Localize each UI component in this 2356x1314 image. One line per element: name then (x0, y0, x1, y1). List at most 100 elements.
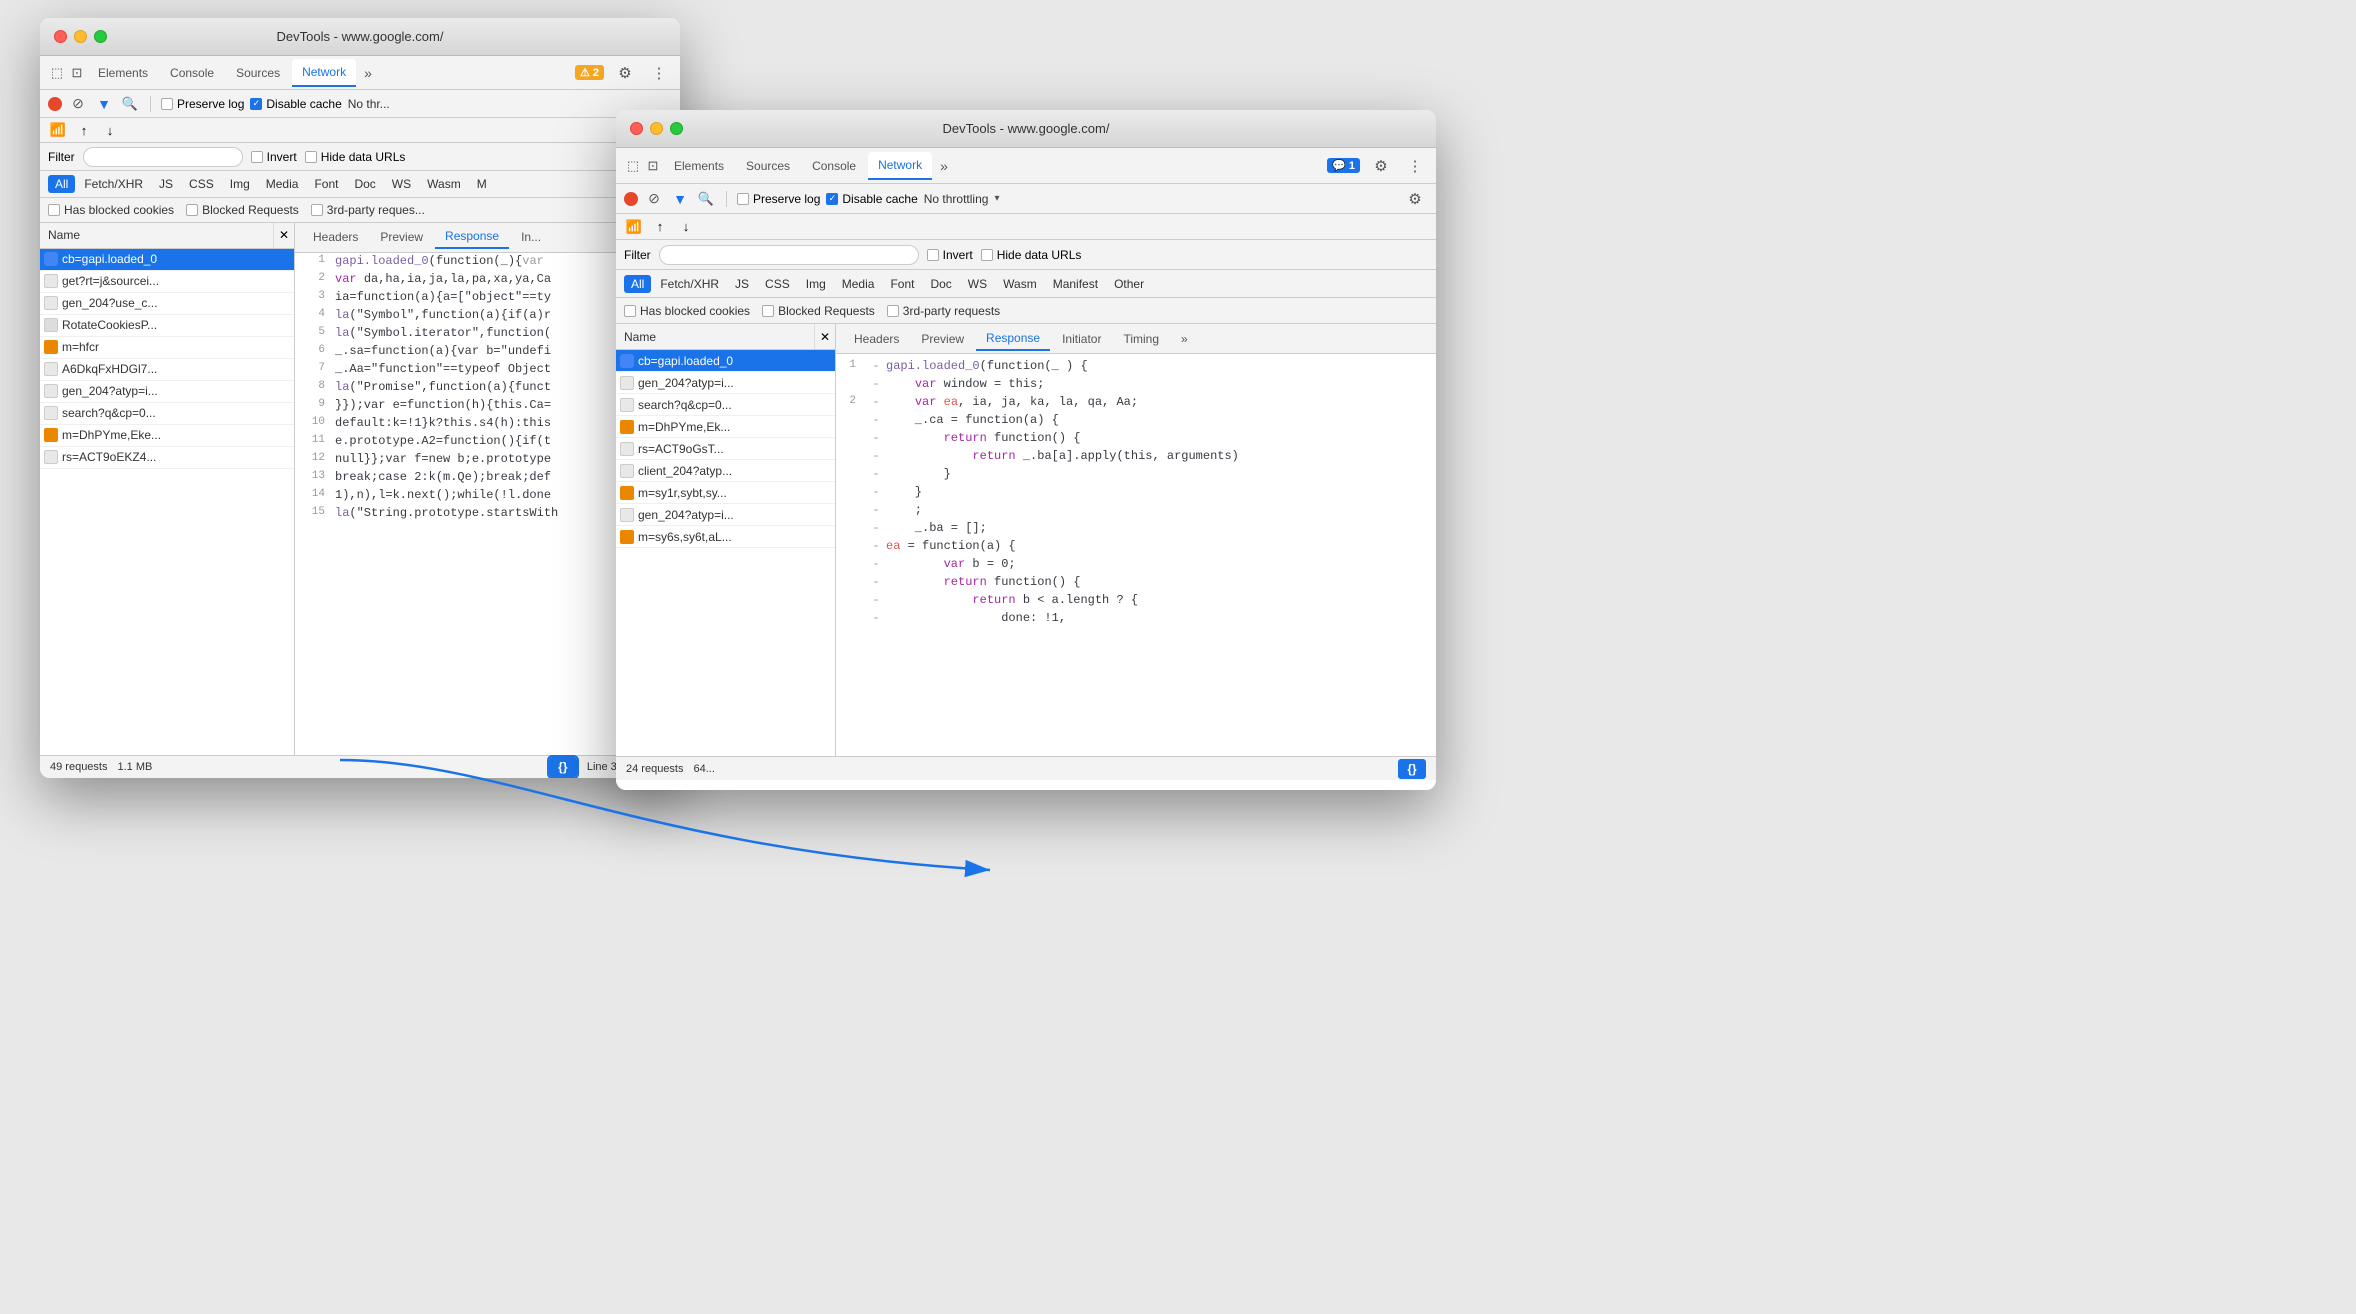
network-settings-icon-2[interactable]: ⚙ (1402, 186, 1428, 212)
request-row-0-2[interactable]: cb=gapi.loaded_0 (616, 350, 835, 372)
close-panel-icon-1[interactable]: ✕ (274, 223, 294, 248)
minimize-button-2[interactable] (650, 122, 663, 135)
disable-cache-checkbox-2[interactable]: ✓ (826, 193, 838, 205)
type-other-2[interactable]: Other (1107, 275, 1151, 293)
request-row-8-1[interactable]: m=DhPYme,Eke... (40, 425, 294, 447)
request-row-4-2[interactable]: rs=ACT9oGsT... (616, 438, 835, 460)
resp-tab-response-1[interactable]: Response (435, 225, 509, 249)
upload-icon-1[interactable]: ↑ (74, 120, 94, 140)
tab-sources-2[interactable]: Sources (736, 153, 800, 179)
more-menu-icon-2[interactable]: ⋮ (1402, 153, 1428, 179)
wifi-icon-2[interactable]: 📶 (624, 217, 644, 237)
download-icon-2[interactable]: ↓ (676, 217, 696, 237)
blocked-requests-cb-1[interactable] (186, 204, 198, 216)
throttle-dropdown-2[interactable]: ▾ (994, 193, 999, 204)
blocked-cookies-cb-2[interactable] (624, 305, 636, 317)
type-doc-2[interactable]: Doc (923, 275, 958, 293)
tab-console-2[interactable]: Console (802, 153, 866, 179)
type-doc-1[interactable]: Doc (347, 175, 382, 193)
type-m-1[interactable]: M (470, 175, 494, 193)
upload-icon-2[interactable]: ↑ (650, 217, 670, 237)
preserve-log-checkbox-1[interactable] (161, 98, 173, 110)
resp-tab-initiator-2[interactable]: Initiator (1052, 328, 1111, 350)
request-row-5-2[interactable]: client_204?atyp... (616, 460, 835, 482)
request-row-2-1[interactable]: gen_204?use_c... (40, 293, 294, 315)
tab-network-1[interactable]: Network (292, 59, 356, 87)
request-row-3-2[interactable]: m=DhPYme,Ek... (616, 416, 835, 438)
request-row-9-1[interactable]: rs=ACT9oEKZ4... (40, 447, 294, 469)
device-icon[interactable]: ⊡ (68, 64, 86, 82)
maximize-button-2[interactable] (670, 122, 683, 135)
type-css-1[interactable]: CSS (182, 175, 221, 193)
search-icon-2[interactable]: 🔍 (696, 189, 716, 209)
close-button-1[interactable] (54, 30, 67, 43)
filter-icon-1[interactable]: ▼ (94, 94, 114, 114)
preserve-log-checkbox-2[interactable] (737, 193, 749, 205)
request-row-6-2[interactable]: m=sy1r,sybt,sy... (616, 482, 835, 504)
request-row-7-2[interactable]: gen_204?atyp=i... (616, 504, 835, 526)
type-css-2[interactable]: CSS (758, 275, 797, 293)
type-all-2[interactable]: All (624, 275, 651, 293)
resp-tab-initiator-1[interactable]: In... (511, 226, 551, 248)
type-ws-1[interactable]: WS (385, 175, 418, 193)
record-button-2[interactable] (624, 192, 638, 206)
inspect-icon[interactable]: ⬚ (48, 64, 66, 82)
type-js-2[interactable]: JS (728, 275, 756, 293)
request-row-5-1[interactable]: A6DkqFxHDGl7... (40, 359, 294, 381)
format-button-2[interactable]: {} (1398, 759, 1426, 779)
close-panel-icon-2[interactable]: ✕ (815, 324, 835, 349)
resp-tab-timing-2[interactable]: Timing (1113, 328, 1169, 350)
type-wasm-2[interactable]: Wasm (996, 275, 1044, 293)
hide-data-urls-checkbox-1[interactable] (305, 151, 317, 163)
request-row-1-2[interactable]: gen_204?atyp=i... (616, 372, 835, 394)
filter-icon-2[interactable]: ▼ (670, 189, 690, 209)
invert-checkbox-1[interactable] (251, 151, 263, 163)
download-icon-1[interactable]: ↓ (100, 120, 120, 140)
disable-cache-checkbox-1[interactable]: ✓ (250, 98, 262, 110)
more-tabs-2[interactable]: » (934, 154, 954, 178)
more-tabs-1[interactable]: » (358, 61, 378, 85)
tab-sources-1[interactable]: Sources (226, 60, 290, 86)
stop-icon-1[interactable]: ⊘ (68, 94, 88, 114)
resp-tab-preview-2[interactable]: Preview (911, 328, 974, 350)
type-wasm-1[interactable]: Wasm (420, 175, 468, 193)
close-button-2[interactable] (630, 122, 643, 135)
search-icon-1[interactable]: 🔍 (120, 94, 140, 114)
tab-elements-1[interactable]: Elements (88, 60, 158, 86)
request-row-0-1[interactable]: cb=gapi.loaded_0 (40, 249, 294, 271)
type-media-2[interactable]: Media (835, 275, 882, 293)
tab-elements-2[interactable]: Elements (664, 153, 734, 179)
type-fetch-xhr-1[interactable]: Fetch/XHR (77, 175, 150, 193)
third-party-cb-1[interactable] (311, 204, 323, 216)
type-font-1[interactable]: Font (307, 175, 345, 193)
resp-tab-headers-2[interactable]: Headers (844, 328, 909, 350)
more-menu-icon-1[interactable]: ⋮ (646, 60, 672, 86)
third-party-cb-2[interactable] (887, 305, 899, 317)
invert-checkbox-2[interactable] (927, 249, 939, 261)
device-icon-2[interactable]: ⊡ (644, 157, 662, 175)
resp-tab-more-2[interactable]: » (1171, 328, 1198, 350)
resp-tab-headers-1[interactable]: Headers (303, 226, 368, 248)
request-row-4-1[interactable]: m=hfcr (40, 337, 294, 359)
type-fetch-xhr-2[interactable]: Fetch/XHR (653, 275, 726, 293)
maximize-button-1[interactable] (94, 30, 107, 43)
request-row-8-2[interactable]: m=sy6s,sy6t,aL... (616, 526, 835, 548)
blocked-requests-cb-2[interactable] (762, 305, 774, 317)
type-js-1[interactable]: JS (152, 175, 180, 193)
blocked-cookies-cb-1[interactable] (48, 204, 60, 216)
wifi-icon-1[interactable]: 📶 (48, 120, 68, 140)
inspect-icon-2[interactable]: ⬚ (624, 157, 642, 175)
settings-icon-1[interactable]: ⚙ (612, 60, 638, 86)
filter-input-2[interactable] (659, 245, 919, 265)
type-font-2[interactable]: Font (883, 275, 921, 293)
request-row-1-1[interactable]: get?rt=j&sourcei... (40, 271, 294, 293)
type-ws-2[interactable]: WS (961, 275, 994, 293)
request-row-3-1[interactable]: RotateCookiesP... (40, 315, 294, 337)
type-all-1[interactable]: All (48, 175, 75, 193)
type-media-1[interactable]: Media (259, 175, 306, 193)
hide-data-urls-checkbox-2[interactable] (981, 249, 993, 261)
record-button-1[interactable] (48, 97, 62, 111)
request-row-6-1[interactable]: gen_204?atyp=i... (40, 381, 294, 403)
resp-tab-response-2[interactable]: Response (976, 327, 1050, 351)
request-row-2-2[interactable]: search?q&cp=0... (616, 394, 835, 416)
